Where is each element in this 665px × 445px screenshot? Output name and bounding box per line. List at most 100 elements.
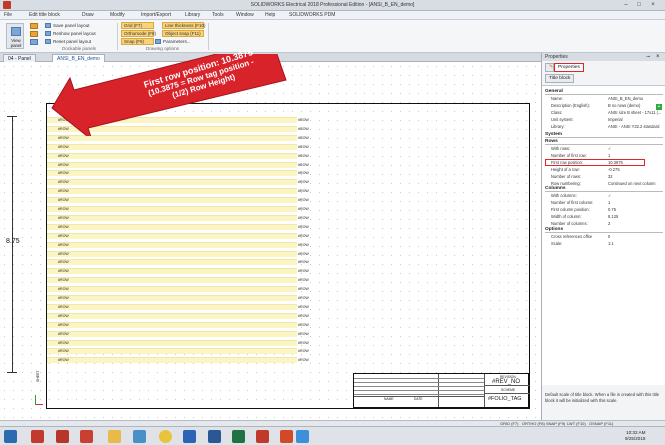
grid-toggle[interactable]: Grid (F7) (121, 22, 154, 29)
minimize-button[interactable]: – (620, 1, 632, 9)
property-value[interactable]: 8.125 (608, 214, 663, 220)
tab-properties[interactable]: Properties (554, 63, 584, 72)
system-clock[interactable]: 10:32 AM 9/25/2018 (625, 430, 645, 442)
word-icon[interactable] (208, 430, 221, 443)
row-tag: #ROW (298, 215, 309, 220)
property-value[interactable]: -0.275 (608, 167, 663, 173)
property-value[interactable]: Imperial (608, 117, 663, 123)
property-value[interactable]: ANSI size B sheet - 17x11 (... (608, 110, 663, 116)
solidworks-icon[interactable] (80, 430, 93, 443)
property-row[interactable]: Number of rows: 32 (545, 174, 663, 180)
property-value[interactable]: ✓ (608, 146, 663, 152)
panel-layout-icon[interactable] (30, 31, 38, 37)
property-row[interactable]: Height of a row: -0.275 (545, 167, 663, 173)
property-row[interactable]: Width of column: 8.125 (545, 214, 663, 220)
property-row[interactable]: Library: ANSI - ANSI Y32.2 standard (545, 124, 663, 130)
dimension-value: 8.75 (6, 238, 20, 245)
close-button[interactable]: × (647, 1, 659, 9)
menu-draw[interactable]: Draw (82, 12, 94, 18)
parameters-icon (155, 39, 161, 44)
property-value[interactable]: 1 (608, 200, 663, 206)
menu-file[interactable]: File (4, 12, 12, 18)
maximize-button[interactable]: □ (633, 1, 645, 9)
property-value[interactable]: 0.75 (608, 207, 663, 213)
acrobat-icon[interactable] (256, 430, 269, 443)
menu-edit-title-block[interactable]: Edit title block (29, 12, 60, 18)
view-panel-button[interactable]: View panel (6, 23, 24, 49)
section-rows[interactable]: Rows (545, 139, 663, 145)
reshow-panel-layout-button[interactable]: Reshow panel layout (44, 30, 96, 37)
property-row[interactable]: Name: ANSI_B_EN_demo (545, 96, 663, 102)
start-icon[interactable] (4, 430, 17, 443)
row-band (47, 206, 297, 212)
section-options[interactable]: Options (545, 227, 663, 233)
property-value[interactable]: ANSI_B_EN_demo (608, 96, 663, 102)
panel-layout-icon[interactable] (30, 39, 38, 45)
dockable-panels-group-label: Dockable panels (62, 46, 96, 51)
panel-layout-icon[interactable] (30, 23, 38, 29)
line-thickness-toggle[interactable]: Line thickness (F10) (162, 22, 206, 29)
menu-solidworks-pdm[interactable]: SOLIDWORKS PDM (289, 12, 335, 18)
row-band (47, 241, 297, 248)
property-value[interactable]: 1:1 (608, 241, 663, 247)
solidworks-icon[interactable] (31, 430, 44, 443)
tab-properties-icon-tab[interactable]: ✎ (545, 63, 554, 72)
property-key: Class: (551, 110, 563, 115)
save-panel-layout-button[interactable]: Save panel layout (44, 22, 90, 29)
section-general[interactable]: General (545, 89, 663, 95)
excel-icon[interactable] (232, 430, 245, 443)
reset-panel-layout-button[interactable]: Reset panel layout (44, 38, 91, 45)
row-band (47, 170, 297, 177)
property-value[interactable]: ✓ (608, 193, 663, 199)
snap-toggle[interactable]: Snap (F9) (121, 38, 154, 45)
save-icon (45, 23, 51, 28)
row-tag: #ROW (298, 278, 309, 283)
property-row[interactable]: With columns: ✓ (545, 193, 663, 199)
section-system[interactable]: System (545, 132, 663, 138)
property-row[interactable]: Cross references offse 0 (545, 234, 663, 240)
property-row[interactable]: With rows: ✓ (545, 146, 663, 152)
property-value[interactable]: 32 (608, 174, 663, 180)
property-key: With rows: (551, 146, 571, 151)
explorer-icon[interactable] (108, 430, 121, 443)
menu-window[interactable]: Window (236, 12, 254, 18)
parameters-label: Parameters... (163, 39, 191, 44)
tab-panel[interactable]: 04 - Panel (3, 54, 36, 62)
property-value[interactable]: B no rows (demo) (608, 103, 663, 109)
menu-tools[interactable]: Tools (212, 12, 224, 18)
property-row[interactable]: Class: ANSI size B sheet - 17x11 (... (545, 110, 663, 116)
menu-help[interactable]: Help (265, 12, 275, 18)
tb-date-header: DATE (414, 397, 423, 401)
row-tag: #ROW (298, 340, 309, 345)
property-row[interactable]: Description (English): B no rows (demo) (545, 103, 663, 109)
solidworks-icon[interactable] (56, 430, 69, 443)
pin-icon[interactable]: ⊸ (646, 54, 652, 60)
menu-import-export[interactable]: Import/Export (141, 12, 171, 18)
powerpoint-icon[interactable] (280, 430, 293, 443)
paint-icon[interactable] (133, 430, 146, 443)
row-band (47, 321, 297, 328)
property-value[interactable]: 0 (608, 234, 663, 240)
add-green-icon[interactable]: + (656, 104, 662, 110)
orthomode-toggle[interactable]: Orthomode (F8) (121, 30, 156, 37)
property-key: Library: (551, 124, 565, 129)
row-tag: #ROW (298, 171, 309, 176)
row-tag: #ROW (298, 135, 309, 140)
property-row[interactable]: Unit system: Imperial (545, 117, 663, 123)
outlook-icon[interactable] (183, 430, 196, 443)
parameters-button[interactable]: Parameters... (154, 38, 191, 45)
property-row[interactable]: First column position: 0.75 (545, 207, 663, 213)
property-value[interactable]: ANSI - ANSI Y32.2 standard (608, 124, 663, 130)
row-tag: #ROW (58, 349, 69, 354)
object-snap-toggle[interactable]: Object snap (F11) (162, 30, 204, 37)
section-columns[interactable]: Columns (545, 186, 663, 192)
chrome-icon[interactable] (159, 430, 172, 443)
menu-modify[interactable]: Modify (110, 12, 125, 18)
panel-close-icon[interactable]: × (656, 53, 664, 61)
ribbon: View panel Save panel layout Reshow pane… (0, 20, 665, 53)
property-row[interactable]: Scale: 1:1 (545, 241, 663, 247)
property-row[interactable]: Number of first column: 1 (545, 200, 663, 206)
tab-title-block[interactable]: Title block (545, 74, 575, 83)
menu-library[interactable]: Library (185, 12, 200, 18)
app-icon[interactable] (296, 430, 309, 443)
